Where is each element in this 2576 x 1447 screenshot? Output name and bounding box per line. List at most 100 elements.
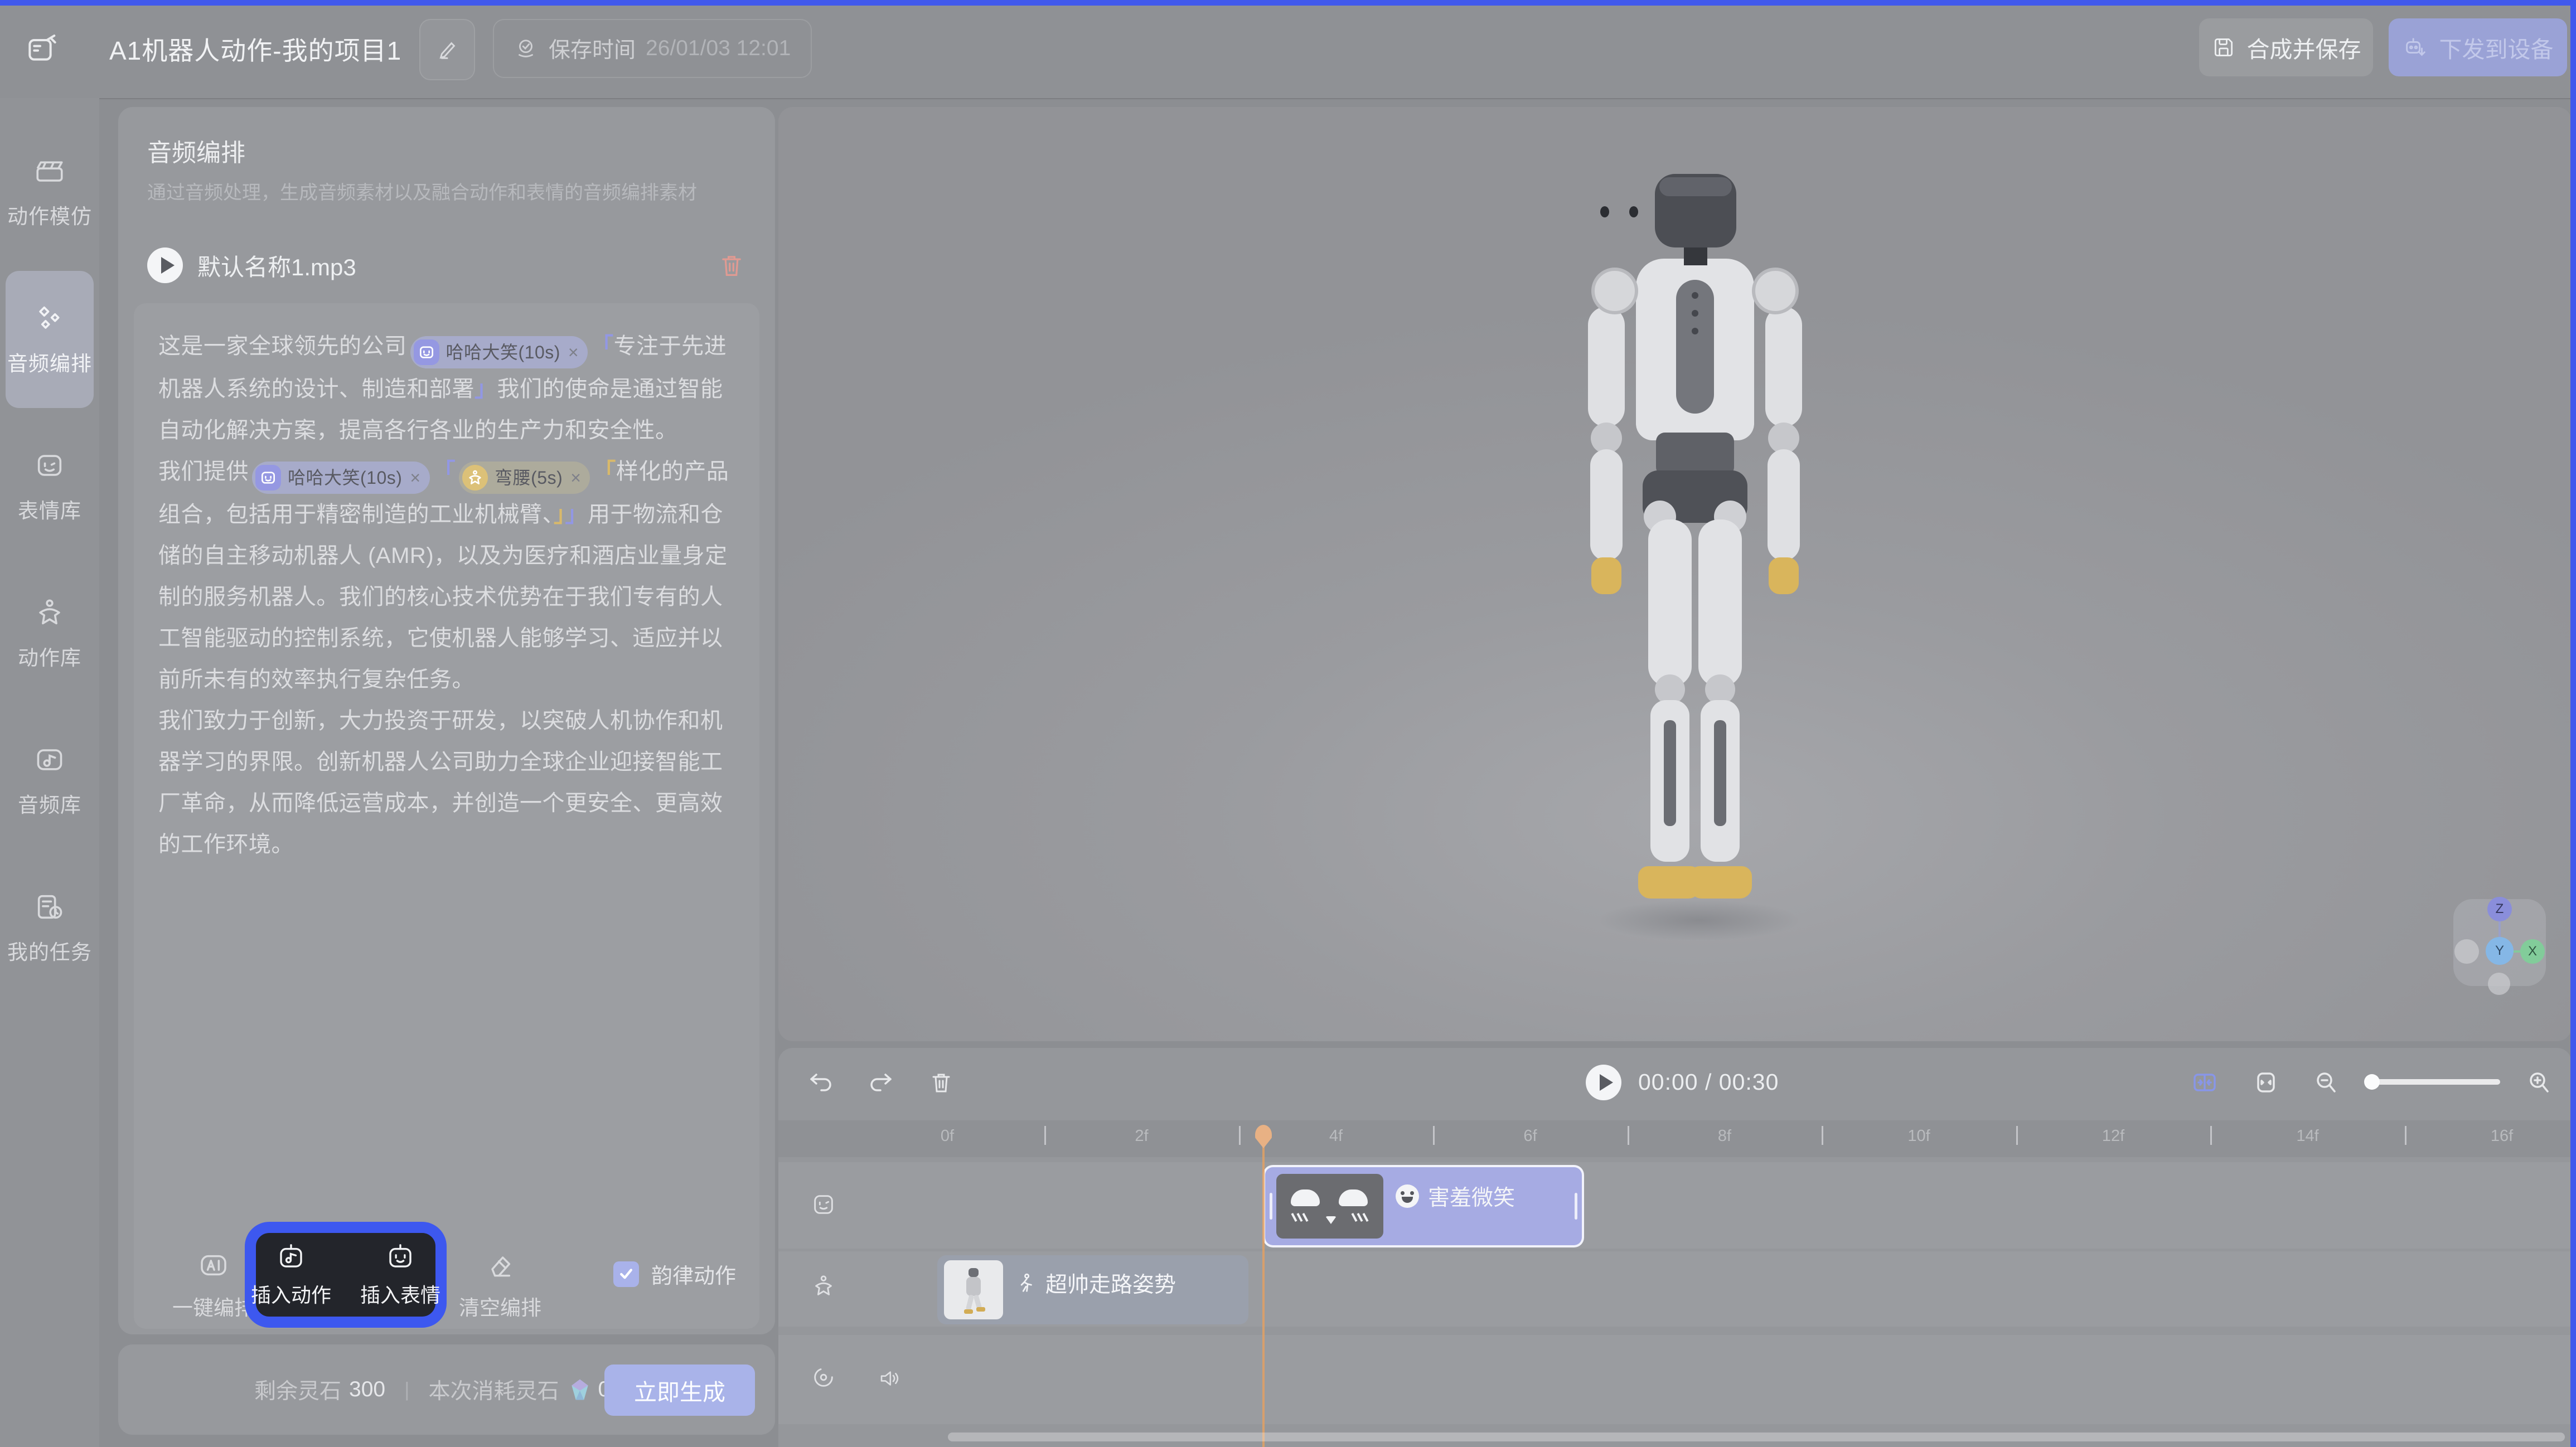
chip-remove-button[interactable]: ×: [410, 457, 420, 498]
playhead-line[interactable]: [1262, 1130, 1265, 1447]
rename-button[interactable]: [419, 19, 475, 80]
axis-z[interactable]: Z: [2487, 897, 2512, 921]
axis-x[interactable]: X: [2520, 939, 2545, 964]
save-time-label: 保存时间: [549, 33, 636, 64]
redo-button[interactable]: [868, 1069, 894, 1096]
fit-view-icon[interactable]: [2253, 1069, 2279, 1096]
ruler-label: 8f: [1718, 1127, 1731, 1145]
robot-chest-panel: [1676, 280, 1714, 414]
sidebar-label: 音频编排: [7, 347, 92, 377]
ai-badge-icon: [198, 1250, 229, 1281]
ruler-label: 4f: [1329, 1127, 1343, 1145]
sidebar-item-motion-mimic[interactable]: 动作模仿: [6, 124, 94, 261]
generate-now-button[interactable]: 立即生成: [604, 1365, 755, 1416]
clip-trim-handle-left[interactable]: [1270, 1193, 1272, 1220]
sidebar-label: 动作模仿: [7, 200, 92, 230]
app-logo-icon: [25, 31, 60, 67]
zoom-out-icon[interactable]: [2313, 1069, 2340, 1096]
delete-clip-button[interactable]: [928, 1069, 955, 1096]
save-disk-icon: [2211, 35, 2236, 60]
ruler-tick: [2016, 1126, 2018, 1145]
robot-shadow: [1597, 900, 1801, 941]
clear-arrange-button[interactable]: 清空编排: [453, 1250, 548, 1321]
robot-hand-left: [1591, 557, 1621, 594]
axis-neg-x[interactable]: [2454, 939, 2479, 964]
sidebar-item-audio-library[interactable]: 音频库: [6, 712, 94, 849]
sidebar-item-action-library[interactable]: 动作库: [6, 565, 94, 702]
timeline-play-button[interactable]: [1586, 1065, 1621, 1100]
robot-arm-left: [1588, 307, 1625, 427]
chip-remove-button[interactable]: ×: [568, 332, 579, 373]
viewport-3d[interactable]: Z X Y: [778, 107, 2572, 1041]
deploy-to-device-button[interactable]: 下发到设备: [2389, 18, 2567, 76]
audio-play-button[interactable]: [147, 247, 183, 283]
app-window: A1机器人动作-我的项目1 保存时间 26/01/03 12:01: [0, 0, 2576, 1447]
project-title: A1机器人动作-我的项目1: [109, 0, 401, 98]
expression-chip-icon: [414, 339, 439, 365]
expression-tag-chip[interactable]: 哈哈大笑(10s)×: [410, 336, 588, 368]
timeline-horizontal-scrollbar[interactable]: [948, 1433, 2565, 1441]
deploy-label: 下发到设备: [2439, 31, 2554, 64]
quote-mark-purple: 」: [474, 377, 497, 401]
quote-mark-yellow: 」: [554, 502, 565, 527]
axis-gizmo[interactable]: Z X Y: [2453, 899, 2546, 986]
cost-gems-label: 本次消耗灵石: [428, 1374, 559, 1405]
ruler-label: 14f: [2296, 1127, 2318, 1145]
axis-neg-z[interactable]: [2488, 973, 2510, 995]
action-clip[interactable]: 超帅走路姿势: [937, 1255, 1248, 1324]
script-editor[interactable]: 这是一家全球领先的公司哈哈大笑(10s)×「专注于先进机器人系统的设计、制造和部…: [134, 303, 759, 1329]
delete-audio-button[interactable]: [717, 251, 746, 280]
insert-expression-label: 插入表情: [360, 1279, 440, 1308]
speaker-icon[interactable]: [878, 1367, 901, 1390]
expression-thumbnail: [1276, 1174, 1383, 1239]
snap-toggle-icon[interactable]: [2191, 1069, 2218, 1096]
walking-person-icon: [1015, 1273, 1037, 1294]
ruler-tick: [2405, 1126, 2406, 1145]
checkbox-checked-icon[interactable]: [613, 1261, 639, 1287]
save-status: 保存时间 26/01/03 12:01: [493, 19, 812, 78]
clip-trim-handle-right[interactable]: [1575, 1193, 1577, 1220]
highlighted-button-group: 插入动作 插入表情: [256, 1233, 435, 1317]
music-library-icon: [33, 744, 66, 776]
one-key-arrange-label: 一键编排: [172, 1291, 255, 1321]
robot-model[interactable]: [1578, 174, 1812, 1010]
insert-expression-button[interactable]: 插入表情: [360, 1241, 440, 1308]
zoom-in-icon[interactable]: [2526, 1069, 2553, 1096]
audio-track-icon: [811, 1365, 836, 1390]
generate-footer-bar: 剩余灵石 300 | 本次消耗灵石 0 立即生成: [118, 1344, 775, 1435]
smiley-icon: [1396, 1184, 1419, 1208]
action-clip-label: 超帅走路姿势: [1045, 1268, 1176, 1299]
sidebar-item-my-tasks[interactable]: 我的任务: [6, 860, 94, 997]
audio-arrange-panel: 音频编排 通过音频处理，生成音频素材以及融合动作和表情的音频编排素材 默认名称1…: [118, 107, 775, 1334]
editor-toolbar: 一键编排 插入动作: [118, 1226, 775, 1338]
time-display: 00:00 / 00:30: [1638, 1069, 1779, 1095]
saved-check-icon: [513, 36, 539, 61]
star-person-icon: [33, 596, 66, 629]
gem-icon: [568, 1377, 592, 1402]
annotation-border-right: [2570, 0, 2576, 1447]
insert-action-button[interactable]: 插入动作: [251, 1241, 331, 1308]
synthesize-save-button[interactable]: 合成并保存: [2199, 18, 2373, 76]
remaining-gems-label: 剩余灵石: [254, 1374, 341, 1405]
top-bar: A1机器人动作-我的项目1 保存时间 26/01/03 12:01: [0, 0, 2576, 99]
panel-subtitle: 通过音频处理，生成音频素材以及融合动作和表情的音频编排素材: [147, 177, 749, 205]
action-thumbnail: [944, 1260, 1003, 1319]
expression-track: [778, 1162, 2572, 1249]
rhythm-motion-toggle[interactable]: 韵律动作: [613, 1259, 736, 1289]
expression-tag-chip[interactable]: 哈哈大笑(10s)×: [252, 462, 430, 494]
audio-file-name: 默认名称1.mp3: [197, 249, 717, 283]
expression-clip[interactable]: 害羞微笑: [1263, 1165, 1584, 1247]
sidebar-item-audio-arrange[interactable]: 音频编排: [6, 271, 94, 408]
robot-download-icon: [2403, 35, 2428, 60]
ruler-tick: [2210, 1126, 2212, 1145]
axis-y[interactable]: Y: [2486, 937, 2514, 965]
robot-arm-right: [1765, 307, 1802, 427]
undo-button[interactable]: [807, 1069, 834, 1096]
expression-track-icon: [811, 1192, 836, 1217]
timeline-zoom-slider[interactable]: [2365, 1079, 2500, 1085]
timeline-ruler[interactable]: 0f2f4f6f8f10f12f14f16f: [778, 1120, 2572, 1157]
footer-divider: |: [404, 1378, 409, 1401]
chip-remove-button[interactable]: ×: [570, 457, 581, 498]
sidebar-item-expression-library[interactable]: 表情库: [6, 418, 94, 555]
action-tag-chip[interactable]: 弯腰(5s)×: [459, 462, 590, 494]
